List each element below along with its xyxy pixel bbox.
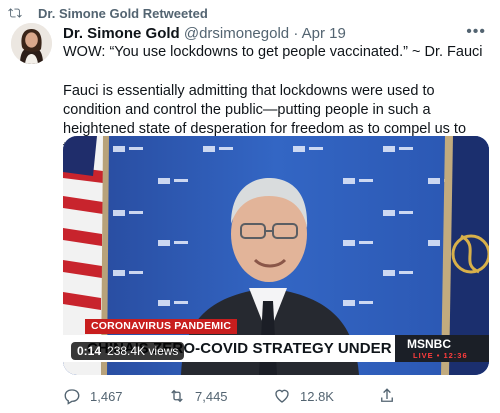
retweet-indicator[interactable]: Dr. Simone Gold Retweeted <box>8 5 208 21</box>
separator-dot: · <box>293 25 299 42</box>
tweet-date[interactable]: Apr 19 <box>302 25 346 42</box>
retweet-button[interactable]: 7,445 <box>168 386 273 406</box>
like-count: 12.8K <box>300 388 334 404</box>
video-duration: 0:14 <box>77 344 102 358</box>
reply-button[interactable]: 1,467 <box>63 386 168 406</box>
tweet-actions: 1,467 7,445 12.8K <box>63 386 483 406</box>
video-player[interactable]: CORONAVIRUS PANDEMIC CHINA'S ZERO-COVID … <box>63 136 489 375</box>
share-button[interactable] <box>378 386 483 406</box>
author-handle[interactable]: @drsimonegold <box>184 25 289 42</box>
retweet-label: Dr. Simone Gold Retweeted <box>38 5 208 21</box>
author-name[interactable]: Dr. Simone Gold <box>63 25 180 42</box>
video-stats-badge: 0:14 238.4K views <box>71 342 185 360</box>
more-icon[interactable]: ••• <box>466 24 486 40</box>
avatar[interactable] <box>11 23 52 64</box>
tweet-text-quote: WOW: “You use lockdowns to get people va… <box>63 44 483 60</box>
news-tag: CORONAVIRUS PANDEMIC <box>85 319 238 334</box>
network-logo: MSNBC <box>407 337 451 351</box>
retweet-icon <box>171 389 183 403</box>
retweet-count: 7,445 <box>195 388 228 404</box>
tweet-header: Dr. Simone Gold @drsimonegold · Apr 19 <box>63 25 346 43</box>
video-views: 238.4K views <box>107 344 179 358</box>
share-icon <box>381 388 393 402</box>
reply-count: 1,467 <box>90 388 123 404</box>
live-indicator: LIVE • 12:36 <box>413 351 468 360</box>
retweet-icon <box>8 8 22 18</box>
heart-icon <box>275 389 289 403</box>
like-button[interactable]: 12.8K <box>273 386 378 406</box>
reply-icon <box>64 389 80 405</box>
